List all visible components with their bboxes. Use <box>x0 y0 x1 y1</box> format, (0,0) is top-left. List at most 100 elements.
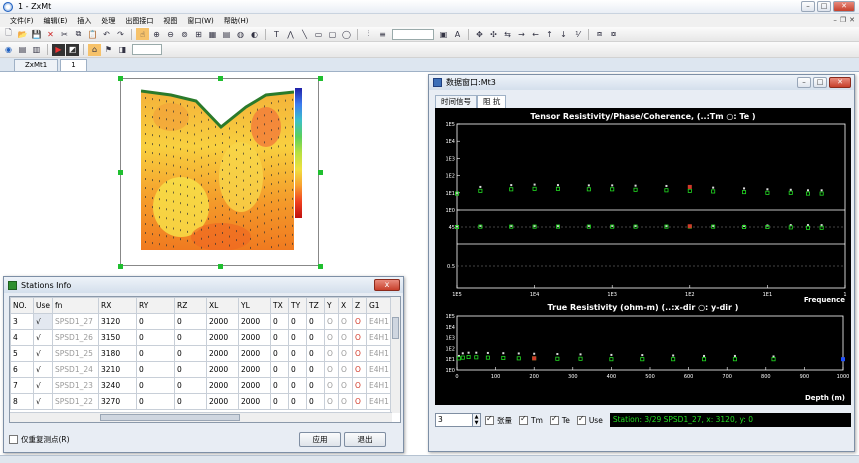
table-cell[interactable]: 7 <box>10 377 34 394</box>
rect-tool-icon[interactable]: ▭ <box>312 28 325 40</box>
menu-file[interactable]: 文件(F) <box>6 16 38 26</box>
column-header[interactable]: X <box>338 297 353 314</box>
table-cell[interactable]: 0 <box>136 345 175 362</box>
table-cell[interactable]: 0 <box>174 329 207 346</box>
table-cell[interactable]: 0 <box>270 377 289 394</box>
table-cell[interactable]: 5 <box>10 345 34 362</box>
cut-icon[interactable]: ✂ <box>58 28 71 40</box>
close-icon[interactable]: ✕ <box>833 1 855 12</box>
table-cell[interactable]: 3180 <box>98 345 137 362</box>
menu-process[interactable]: 处理 <box>97 16 119 26</box>
table-cell[interactable]: 0 <box>306 361 325 378</box>
table-cell[interactable]: 2000 <box>238 329 271 346</box>
line-tool-icon[interactable]: ╲ <box>298 28 311 40</box>
table-cell[interactable]: O <box>338 361 353 378</box>
palette-icon[interactable]: ◐ <box>248 28 261 40</box>
table-cell[interactable]: O <box>338 313 353 330</box>
table-cell[interactable]: O <box>338 329 353 346</box>
group-icon[interactable]: ⧈ <box>593 28 606 40</box>
mdi-close-icon[interactable]: ✕ <box>849 16 855 24</box>
inversion-icon[interactable]: ◨ <box>116 44 129 56</box>
table-cell[interactable]: 0 <box>270 393 289 410</box>
tab-1[interactable]: 1 <box>60 59 87 71</box>
column-header[interactable]: YL <box>238 297 271 314</box>
table-cell[interactable]: E4H1 <box>366 377 393 394</box>
tool-parameter-input[interactable] <box>132 44 162 55</box>
table-cell[interactable]: 3120 <box>98 313 137 330</box>
selection-handle[interactable] <box>218 264 223 269</box>
column-header[interactable]: RZ <box>174 297 207 314</box>
table-cell[interactable]: 0 <box>288 329 307 346</box>
menu-export[interactable]: 出图接口 <box>121 16 157 26</box>
selection-handle[interactable] <box>318 170 323 175</box>
chart-icon[interactable]: ▤ <box>220 28 233 40</box>
table-cell[interactable]: √ <box>33 361 53 378</box>
stations-grid[interactable]: NO. Use fn RX RY RZ XL YL TX TY TZ Y X Z… <box>9 296 401 423</box>
repeat-points-checkbox[interactable] <box>9 434 18 444</box>
table-cell[interactable]: O <box>352 361 367 378</box>
open-folder-icon[interactable]: 📂 <box>16 28 29 40</box>
table-row[interactable]: 5 √ SPSD1_25 3180 0 0 2000 2000 0 0 0 O O O E4H1 <box>10 345 393 362</box>
undo-icon[interactable]: ↶ <box>100 28 113 40</box>
maximize-icon[interactable]: □ <box>813 77 827 88</box>
menu-window[interactable]: 窗口(W) <box>183 16 217 26</box>
table-cell[interactable]: SPSD1_27 <box>52 313 99 330</box>
column-header[interactable]: NO. <box>10 297 34 314</box>
table-cell[interactable]: 0 <box>306 393 325 410</box>
table-cell[interactable]: 0 <box>288 345 307 362</box>
table-row[interactable]: 4 √ SPSD1_26 3150 0 0 2000 2000 0 0 0 O O O E4H1 <box>10 329 393 346</box>
table-cell[interactable]: √ <box>33 313 53 330</box>
table-cell[interactable]: O <box>324 313 339 330</box>
tab-impedance[interactable]: 阻 抗 <box>477 95 507 108</box>
table-cell[interactable]: 2000 <box>206 345 239 362</box>
table-cell[interactable]: E4H1 <box>366 345 393 362</box>
line-width-icon[interactable]: ≡ <box>376 28 389 40</box>
pointer-icon[interactable]: ☝ <box>136 28 149 40</box>
table-cell[interactable]: 0 <box>174 313 207 330</box>
table-cell[interactable]: 0 <box>174 361 207 378</box>
grid-icon[interactable]: ▦ <box>206 28 219 40</box>
tensor-checkbox[interactable] <box>485 414 494 425</box>
table-cell[interactable]: 2000 <box>206 329 239 346</box>
table-cell[interactable]: E4H1 <box>366 361 393 378</box>
selection-handle[interactable] <box>118 264 123 269</box>
column-header[interactable]: Y <box>324 297 339 314</box>
table-cell[interactable]: 2000 <box>238 361 271 378</box>
tm-toggle[interactable]: Tm <box>519 414 543 425</box>
table-cell[interactable]: 0 <box>288 393 307 410</box>
column-header[interactable]: Z <box>352 297 367 314</box>
selection-handle[interactable] <box>118 170 123 175</box>
use-toggle[interactable]: Use <box>576 414 603 425</box>
menu-edit[interactable]: 编辑(E) <box>40 16 72 26</box>
data-view-icon[interactable]: ▶ <box>52 43 65 56</box>
table-cell[interactable]: 2000 <box>238 393 271 410</box>
column-header[interactable]: TZ <box>306 297 325 314</box>
mdi-minimize-icon[interactable]: – <box>833 16 837 24</box>
table-cell[interactable]: √ <box>33 377 53 394</box>
paste-icon[interactable]: 📋 <box>86 28 99 40</box>
font-color-icon[interactable]: A <box>451 28 464 40</box>
fill-color-icon[interactable]: ▣ <box>437 28 450 40</box>
table-cell[interactable]: 8 <box>10 393 34 410</box>
tab-time-signal[interactable]: 时间信号 <box>435 95 477 108</box>
selection-handle[interactable] <box>318 76 323 81</box>
table-cell[interactable]: √ <box>33 393 53 410</box>
grid-horizontal-scrollbar[interactable] <box>10 412 392 422</box>
table-cell[interactable]: 0 <box>270 361 289 378</box>
column-header[interactable]: TY <box>288 297 307 314</box>
impedance-plot[interactable]: Tensor Resistivity/Phase/Coherence, (..:… <box>435 108 851 405</box>
table-cell[interactable]: 2000 <box>206 377 239 394</box>
close-icon[interactable]: ✕ <box>829 77 851 88</box>
dialog-close-button[interactable]: x <box>374 279 400 291</box>
table-cell[interactable]: 6 <box>10 361 34 378</box>
zoom-window-icon[interactable]: ⊞ <box>192 28 205 40</box>
column-header[interactable]: RY <box>136 297 175 314</box>
align-icon[interactable]: ⫶ <box>362 28 375 40</box>
use-checkbox[interactable] <box>576 414 586 425</box>
column-header[interactable]: RX <box>98 297 137 314</box>
table-cell[interactable]: 3210 <box>98 361 137 378</box>
table-cell[interactable]: √ <box>33 345 53 362</box>
scroll-thumb[interactable] <box>392 317 399 339</box>
table-cell[interactable]: 0 <box>136 329 175 346</box>
ungroup-icon[interactable]: ⧇ <box>607 28 620 40</box>
